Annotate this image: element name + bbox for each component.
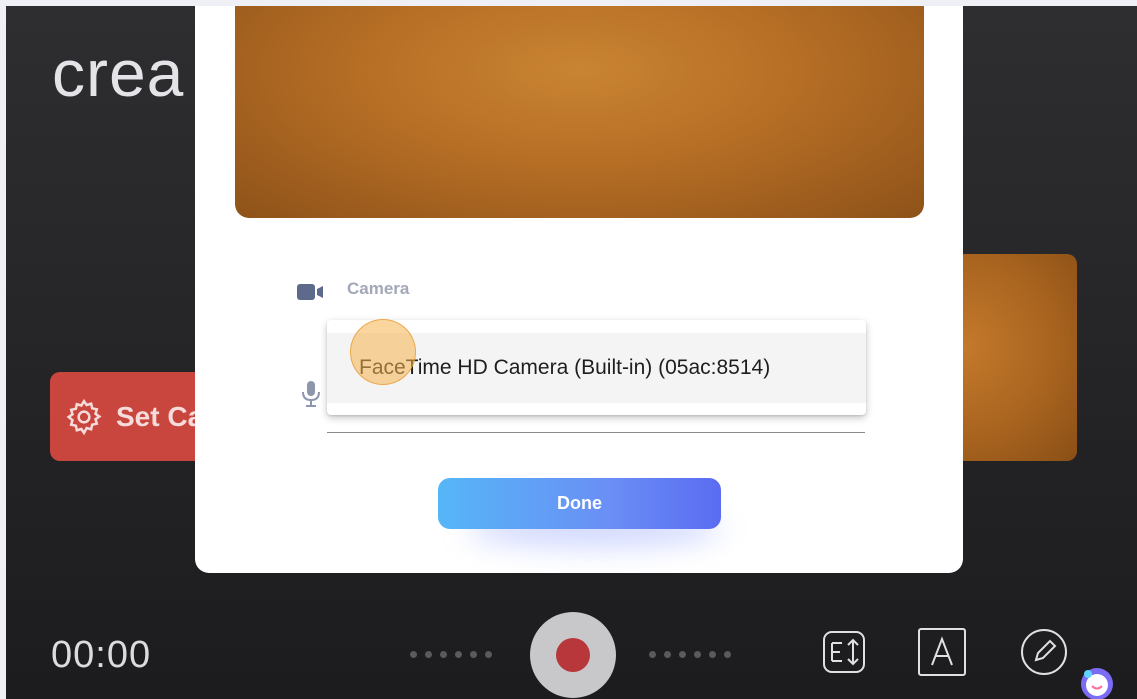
recording-timer: 00:00 bbox=[51, 634, 152, 676]
record-dot-icon bbox=[556, 638, 590, 672]
right-level-dots bbox=[649, 651, 731, 658]
microphone-icon bbox=[302, 381, 320, 407]
mic-select-underline bbox=[327, 432, 865, 433]
camera-label: Camera bbox=[347, 279, 410, 298]
pen-circle-icon[interactable] bbox=[1018, 626, 1070, 678]
background-title: crea bbox=[52, 36, 185, 110]
set-camera-label: Set Ca bbox=[116, 400, 204, 432]
video-camera-icon bbox=[297, 284, 323, 300]
gear-icon bbox=[66, 398, 102, 435]
assistant-mascot-icon[interactable] bbox=[1078, 664, 1116, 699]
camera-dropdown-menu: FaceTime HD Camera (Built-in) (05ac:8514… bbox=[327, 320, 866, 415]
text-scroll-icon[interactable] bbox=[818, 626, 870, 678]
camera-option-facetime[interactable]: FaceTime HD Camera (Built-in) (05ac:8514… bbox=[327, 333, 866, 403]
text-a-icon[interactable] bbox=[916, 626, 968, 678]
record-button[interactable] bbox=[530, 612, 616, 698]
left-level-dots bbox=[410, 651, 492, 658]
camera-preview bbox=[235, 6, 924, 218]
camera-settings-modal: Camera FaceTime HD Camera (Built-in) (05… bbox=[195, 6, 963, 573]
recorder-app: crea Set Ca 00:00 Camera FaceTime HD Cam… bbox=[6, 6, 1137, 699]
done-button[interactable]: Done bbox=[438, 478, 721, 529]
